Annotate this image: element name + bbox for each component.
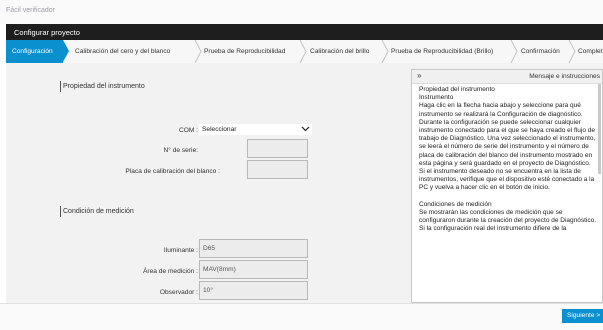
instruction-line: Si el instrumento deseado no se encuentr… [419,168,595,192]
project-title: Configurar proyecto [14,28,80,37]
com-label: COM : [178,127,198,134]
instruction-line: Si la configuración real del instrumento… [419,225,567,233]
instruction-line: Instrumento [419,94,454,102]
serial-label: N° de serie: [163,147,198,154]
chevron-right-icon [510,40,518,63]
chevron-right-icon [568,40,576,63]
serial-field [247,139,308,158]
instruction-line: Durante la configuración se puede selecc… [419,118,596,167]
chevron-down-icon [301,126,310,132]
instruction-line: Propiedad del instrumento [419,86,495,93]
instruction-line [419,193,597,201]
chevron-right-icon [381,40,389,63]
instructions-panel: » Mensaje e instrucciones Propiedad del … [411,69,603,303]
instruction-line: Condiciones de medición [419,200,492,208]
instructions-panel-header: » Mensaje e instrucciones [412,70,602,84]
observer-label: Observador : [159,289,198,296]
footer-bar [0,303,603,330]
tab-prueba-reproducibilidad-brillo[interactable]: Prueba de Reproducibilidad (Brillo) [391,40,493,63]
tab-calibracion-brillo[interactable]: Calibración del brillo [310,40,369,63]
plate-label: Placa de calibración del blanco : [125,168,220,175]
illuminant-field: D65 [199,239,308,258]
area-label: Área de medición : [143,268,198,275]
panel-scrollbar[interactable] [598,84,601,174]
app-title: Fácil verificador [6,7,56,14]
tab-prueba-reproducibilidad[interactable]: Prueba de Reproducibilidad [204,40,285,63]
illuminant-label: Iluminante : [163,247,198,254]
instruction-line: Haga clic en la flecha hacia abajo y sel… [419,102,583,118]
instructions-text: Propiedad del instrumento Instrumento Ha… [419,86,597,233]
next-button[interactable]: Siguiente > [562,309,603,323]
instructions-panel-title: Mensaje e instrucciones [529,73,600,80]
chevron-right-icon [194,40,202,63]
project-header: Configurar proyecto [6,24,603,40]
tab-confirmacion[interactable]: Confirmación [521,40,560,63]
app-title-bar: Fácil verificador [0,0,603,24]
collapse-panel-icon[interactable]: » [417,71,421,80]
instrument-section-title: Propiedad del instrumento [63,83,145,90]
com-select-value: Seleccionar [202,126,237,133]
instruction-line: Se mostrarán las condiciones de medición… [419,208,597,225]
active-tab-arrow [63,40,69,62]
com-select[interactable]: Seleccionar [199,124,312,135]
tab-completado[interactable]: Complet [578,40,603,63]
area-field: MAV(8mm) [199,260,308,279]
plate-field [247,160,308,179]
tab-configuracion[interactable]: Configuración [6,40,63,63]
chevron-right-icon [299,40,307,63]
tab-calibracion-cero-blanco[interactable]: Calibración del cero y del blanco [75,40,170,63]
measurement-section-title: Condición de medición [63,208,134,215]
observer-field: 10° [199,281,308,300]
section-marker [60,81,61,92]
section-marker [60,206,61,217]
step-tabs: Configuración Calibración del cero y del… [6,40,603,64]
